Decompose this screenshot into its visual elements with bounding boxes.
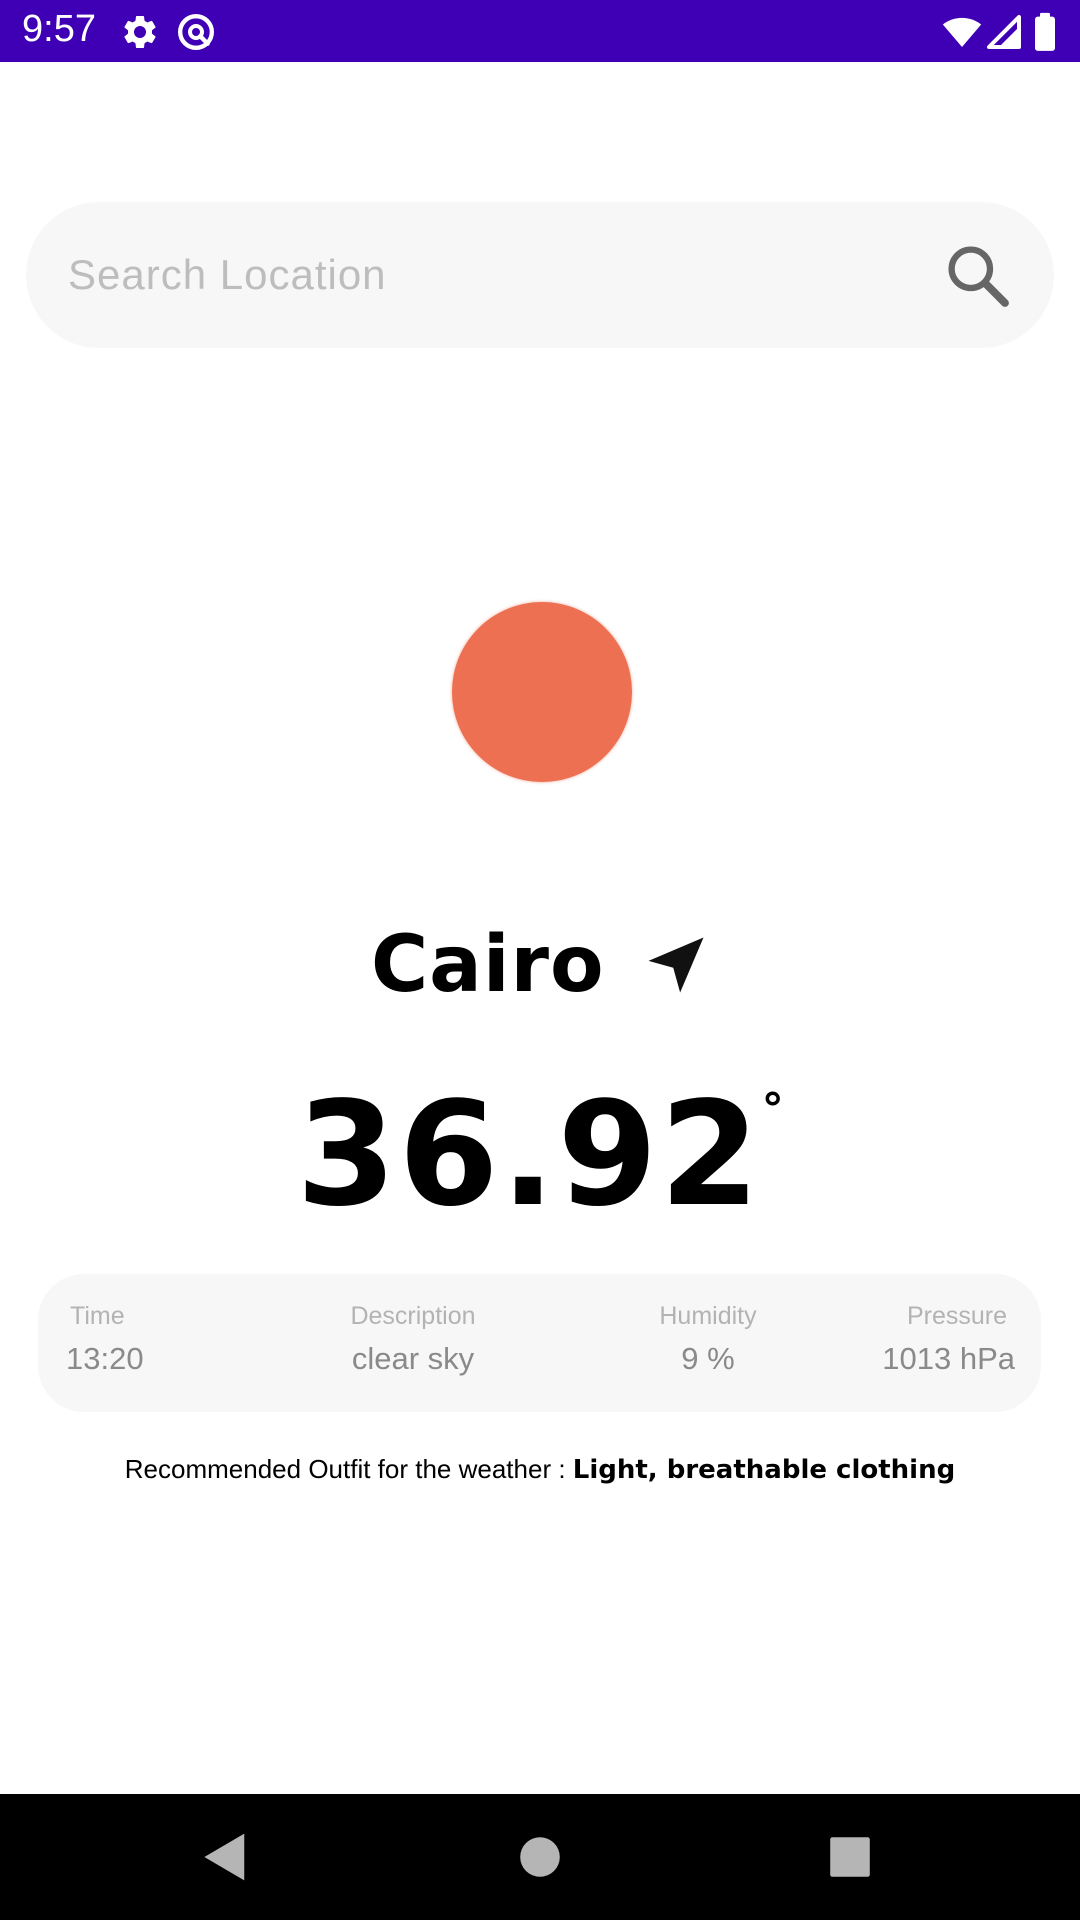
sun-icon xyxy=(452,602,632,782)
home-icon[interactable] xyxy=(507,1824,573,1890)
settings-icon xyxy=(120,12,160,52)
navigation-bar xyxy=(0,1794,1080,1920)
degree-symbol: ° xyxy=(761,1084,784,1135)
detail-label: Humidity xyxy=(659,1302,757,1330)
detail-value: clear sky xyxy=(351,1341,475,1376)
wifi-icon xyxy=(942,12,982,52)
detail-humidity: Humidity 9 % xyxy=(598,1302,818,1377)
navigation-arrow-icon[interactable] xyxy=(643,932,709,998)
outfit-recommendation: Recommended Outfit for the weather : Lig… xyxy=(0,1454,1080,1485)
detail-label: Description xyxy=(350,1302,476,1330)
weather-screen: 9:57 Search Location Cairo 36.92° Time 1… xyxy=(0,0,1080,1920)
detail-description: Description clear sky xyxy=(274,1302,552,1377)
city-row: Cairo xyxy=(0,920,1080,1030)
detail-time: Time 13:20 xyxy=(66,1302,144,1377)
detail-pressure: Pressure 1013 hPa xyxy=(882,1302,1015,1377)
status-bar: 9:57 xyxy=(0,0,1080,62)
signal-icon xyxy=(984,12,1024,52)
search-icon[interactable] xyxy=(942,240,1014,312)
status-time: 9:57 xyxy=(22,8,96,50)
recommendation-prefix: Recommended Outfit for the weather : xyxy=(124,1454,573,1484)
search-input[interactable] xyxy=(68,232,908,318)
temperature-row: 36.92° xyxy=(0,1070,1080,1238)
back-icon[interactable] xyxy=(192,1824,258,1890)
at-sign-icon xyxy=(176,12,216,52)
detail-value: 9 % xyxy=(681,1341,735,1376)
recommended-outfit: Light, breathable clothing xyxy=(572,1455,956,1485)
battery-icon xyxy=(1030,12,1060,52)
search-bar xyxy=(26,202,1054,348)
detail-label: Time xyxy=(70,1302,125,1330)
detail-value: 1013 hPa xyxy=(882,1341,1015,1376)
temperature-value: 36.92 xyxy=(296,1070,762,1238)
recents-icon[interactable] xyxy=(817,1824,883,1890)
detail-label: Pressure xyxy=(906,1302,1007,1330)
detail-value: 13:20 xyxy=(66,1341,144,1376)
city-name: Cairo xyxy=(370,920,605,1010)
weather-details-card: Time 13:20 Description clear sky Humidit… xyxy=(38,1274,1041,1412)
